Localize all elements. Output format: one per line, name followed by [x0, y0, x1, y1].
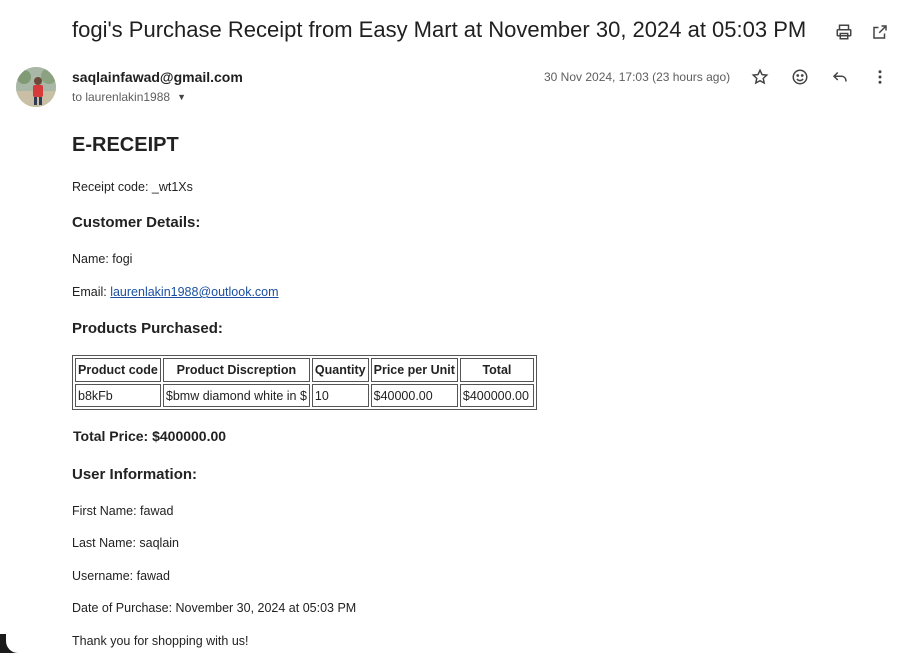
- products-table: Product code Product Discreption Quantit…: [72, 355, 537, 410]
- thread-toolbar: [834, 22, 890, 42]
- table-header: Price per Unit: [370, 358, 458, 382]
- table-header: Quantity: [311, 358, 369, 382]
- receipt-title: E-RECEIPT: [72, 134, 179, 156]
- table-header-row: Product code Product Discreption Quantit…: [75, 358, 534, 382]
- table-row: b8kFb $bmw diamond white in $ 10 $40000.…: [75, 384, 534, 407]
- message-actions: [750, 67, 890, 87]
- email-view: fogi's Purchase Receipt from Easy Mart a…: [0, 0, 904, 653]
- customer-email: Email: laurenlakin1988@outlook.com: [72, 285, 279, 299]
- more-vert-icon[interactable]: [870, 67, 890, 87]
- customer-email-link[interactable]: laurenlakin1988@outlook.com: [110, 285, 278, 299]
- customer-details-heading: Customer Details:: [72, 214, 201, 231]
- emoji-icon[interactable]: [790, 67, 810, 87]
- star-icon[interactable]: [750, 67, 770, 87]
- table-cell: b8kFb: [75, 384, 161, 407]
- first-name: First Name: fawad: [72, 504, 174, 518]
- printer-icon[interactable]: [834, 22, 854, 42]
- table-cell: $bmw diamond white in $: [162, 384, 310, 407]
- caret-down-icon[interactable]: ▼: [177, 92, 186, 102]
- products-purchased-heading: Products Purchased:: [72, 320, 223, 337]
- reply-icon[interactable]: [830, 67, 850, 87]
- table-header: Total: [459, 358, 534, 382]
- table-cell: $40000.00: [370, 384, 458, 407]
- recipient-line[interactable]: to laurenlakin1988 ▼: [72, 90, 186, 104]
- sender-email: saqlainfawad@gmail.com: [72, 69, 243, 85]
- customer-email-label: Email:: [72, 285, 111, 299]
- recipient-label: to laurenlakin1988: [72, 90, 171, 104]
- customer-name: Name: fogi: [72, 252, 133, 266]
- table-header: Product Discreption: [162, 358, 310, 382]
- window-corner: [0, 634, 18, 653]
- receipt-code: Receipt code: _wt1Xs: [72, 180, 193, 194]
- thank-you-message: Thank you for shopping with us!: [72, 634, 249, 648]
- table-cell: $400000.00: [459, 384, 534, 407]
- open-in-new-icon[interactable]: [870, 22, 890, 42]
- date-of-purchase: Date of Purchase: November 30, 2024 at 0…: [72, 601, 357, 615]
- email-subject: fogi's Purchase Receipt from Easy Mart a…: [72, 17, 807, 42]
- table-header: Product code: [75, 358, 161, 382]
- last-name: Last Name: saqlain: [72, 536, 180, 550]
- email-date: 30 Nov 2024, 17:03 (23 hours ago): [544, 70, 731, 84]
- sender-avatar[interactable]: [16, 67, 56, 107]
- total-price: Total Price: $400000.00: [73, 428, 227, 444]
- user-information-heading: User Information:: [72, 466, 198, 483]
- username: Username: fawad: [72, 569, 170, 583]
- table-cell: 10: [311, 384, 369, 407]
